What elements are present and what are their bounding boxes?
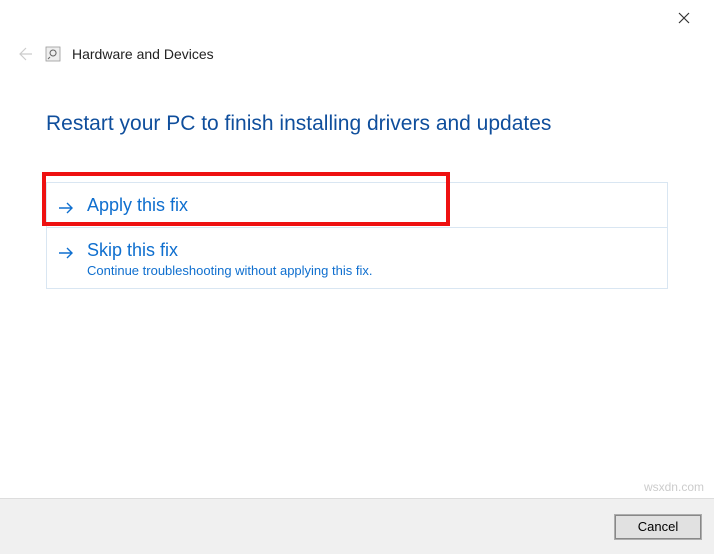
header: Hardware and Devices	[0, 36, 714, 72]
back-button	[14, 44, 34, 64]
footer: Cancel	[0, 498, 714, 554]
apply-fix-label: Apply this fix	[87, 195, 188, 216]
troubleshooter-icon	[44, 45, 62, 63]
close-button[interactable]	[664, 4, 704, 32]
option-text: Skip this fix Continue troubleshooting w…	[87, 240, 372, 278]
back-arrow-icon	[15, 45, 33, 63]
apply-fix-option[interactable]: Apply this fix	[46, 182, 668, 228]
watermark: wsxdn.com	[644, 480, 704, 494]
close-icon	[678, 12, 690, 24]
page-title: Restart your PC to finish installing dri…	[46, 112, 668, 136]
cancel-button[interactable]: Cancel	[614, 514, 702, 540]
skip-fix-description: Continue troubleshooting without applyin…	[87, 263, 372, 278]
content: Restart your PC to finish installing dri…	[0, 72, 714, 289]
header-title: Hardware and Devices	[72, 46, 214, 62]
options-list: Apply this fix Skip this fix Continue tr…	[46, 182, 668, 289]
option-text: Apply this fix	[87, 195, 188, 216]
skip-fix-label: Skip this fix	[87, 240, 372, 261]
arrow-right-icon	[57, 199, 75, 217]
arrow-right-icon	[57, 244, 75, 262]
skip-fix-option[interactable]: Skip this fix Continue troubleshooting w…	[46, 228, 668, 289]
titlebar	[0, 0, 714, 36]
